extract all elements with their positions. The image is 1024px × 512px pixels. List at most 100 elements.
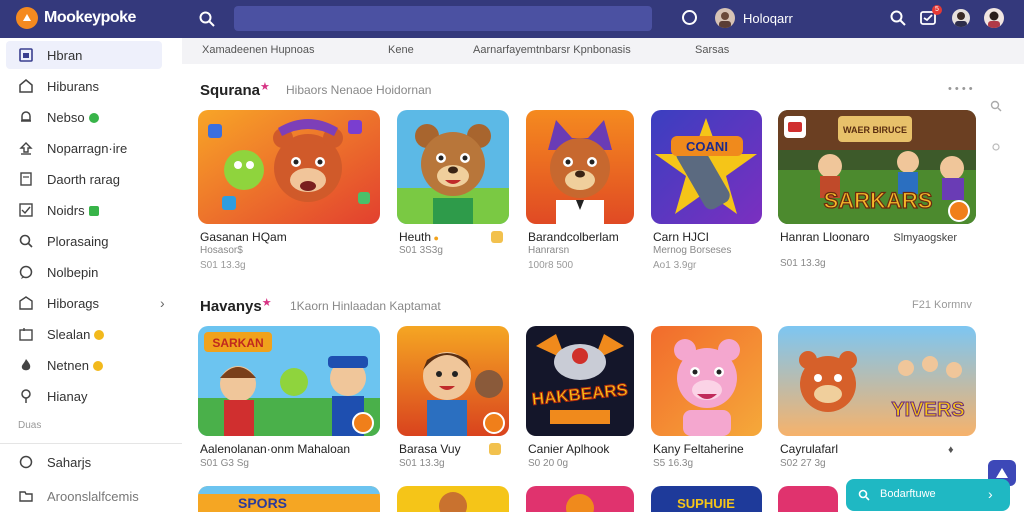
game-title[interactable]: Barasa Vuy <box>399 442 501 456</box>
user-avatar[interactable] <box>715 8 735 28</box>
notification-badge: 5 <box>932 5 942 15</box>
sidebar-item-label: Nebso <box>47 110 99 125</box>
game-thumbnail[interactable] <box>526 110 634 224</box>
tab-bar: Xamadeenen Hupnoas Kene Aarnarfayemtnbar… <box>182 38 1024 64</box>
sidebar-item-label: Noidrs <box>47 203 99 218</box>
gift-icon[interactable]: ♦ <box>948 444 954 456</box>
game-title[interactable]: Barandcolberlam <box>528 230 619 244</box>
game-thumbnail[interactable]: HAKBEARS <box>526 326 634 436</box>
sidebar-item-plorasaing[interactable]: Plorasaing <box>6 227 162 255</box>
game-title[interactable]: Gasanan HQam <box>200 230 287 244</box>
status-dot-icon <box>88 205 99 216</box>
sidebar-item-label: Hiborags <box>47 295 100 311</box>
tab-2[interactable]: Kene <box>388 44 414 56</box>
sidebar-item-hiborags[interactable]: Hiborags › <box>6 289 165 317</box>
game-thumbnail[interactable]: WAER BIRUCE SARKARS <box>778 110 976 224</box>
game-thumbnail[interactable] <box>198 110 380 224</box>
game-title[interactable]: Canier Aplhook <box>528 442 609 456</box>
search-icon[interactable] <box>198 10 216 28</box>
sidebar-item-label: Aroonslalfcemis <box>47 488 139 504</box>
game-thumbnail[interactable]: SUPHUIE <box>651 486 762 512</box>
game-title[interactable]: Hanran Lloonaro Slmyaogsker <box>780 230 957 244</box>
sidebar-item-label: Nolbepin <box>47 264 99 280</box>
account-avatar[interactable] <box>984 8 1004 28</box>
sidebar-item-noparragnire[interactable]: Noparragn·ire <box>6 134 162 162</box>
profile-avatar[interactable] <box>952 9 970 27</box>
chat-icon <box>19 265 33 279</box>
thumb-sign-text: WAER BIRUCE <box>843 125 907 135</box>
game-title[interactable]: Carn HJCI <box>653 230 709 244</box>
search-icon[interactable] <box>889 9 907 27</box>
sidebar-item-slealan[interactable]: Slealan <box>6 320 162 348</box>
sidebar-item-daorth[interactable]: Daorth rarag <box>6 165 162 193</box>
search-input[interactable] <box>234 6 652 31</box>
checklist-icon <box>19 203 33 217</box>
sidebar-item-saharjs[interactable]: Saharjs <box>6 448 162 476</box>
sidebar-item-hianay[interactable]: Hianay <box>6 382 162 410</box>
sidebar: Hbran Hiburans Nebso Noparragn·ire Daort… <box>0 38 182 512</box>
game-thumbnail[interactable] <box>397 110 509 224</box>
main-panel: Xamadeenen Hupnoas Kene Aarnarfayemtnbar… <box>182 38 1024 512</box>
search-icon[interactable] <box>990 100 1002 112</box>
game-thumbnail[interactable]: YIVERS <box>778 326 976 436</box>
section-subtitle: Hibaors Nenaoe Hoidornan <box>286 83 432 97</box>
game-thumbnail[interactable] <box>778 486 838 512</box>
sidebar-item-netnen[interactable]: Netnen <box>6 351 162 379</box>
top-bar: Mookeypoke Holoqarr 5 <box>0 0 1024 38</box>
game-thumbnail[interactable] <box>526 486 634 512</box>
section-subtitle: 1Kaorn Hinlaadan Kaptamat <box>290 299 441 313</box>
tag-icon <box>19 328 33 341</box>
game-thumbnail[interactable]: SPORS <box>198 486 380 512</box>
game-title[interactable]: Aalenolanan·onm Mahaloan <box>200 442 350 456</box>
sidebar-item-label: Hiburans <box>47 78 100 94</box>
game-meta: S01 G3 Sg <box>200 458 249 469</box>
thumb-text: SARKAN <box>212 336 263 350</box>
search-icon <box>19 234 33 248</box>
sidebar-item-label: Hbran <box>47 47 83 63</box>
app-logo-text[interactable]: Mookeypoke <box>44 9 136 27</box>
document-icon <box>20 172 32 186</box>
game-meta: S5 16.3g <box>653 458 694 469</box>
game-meta: Hanrarsn <box>528 245 570 256</box>
sidebar-item-label: Saharjs <box>47 454 92 470</box>
game-thumbnail[interactable] <box>651 326 762 436</box>
user-name[interactable]: Holoqarr <box>743 11 793 26</box>
app-logo-icon[interactable] <box>16 7 38 29</box>
game-badge-icon <box>483 412 505 434</box>
tab-4[interactable]: Sarsas <box>695 44 729 56</box>
tab-3[interactable]: Aarnarfayemtnbarsr Kpnbonasis <box>473 44 631 56</box>
status-circle-icon[interactable] <box>682 10 697 25</box>
game-thumbnail[interactable] <box>397 486 509 512</box>
sidebar-item-hiburans[interactable]: Hiburans <box>6 72 162 100</box>
more-icon[interactable]: • • • • <box>948 83 973 95</box>
sidebar-item-nebso[interactable]: Nebso <box>6 103 162 131</box>
game-title[interactable]: Cayrulafarl ♦ <box>780 442 954 456</box>
chevron-right-icon[interactable]: › <box>988 486 993 502</box>
sidebar-item-noidrs[interactable]: Noidrs <box>6 196 162 224</box>
thumb-text: COANI <box>686 139 728 154</box>
sidebar-item-aroonslal[interactable]: Aroonslalfcemis <box>6 482 162 510</box>
tab-1[interactable]: Xamadeenen Hupnoas <box>202 44 315 56</box>
chat-widget[interactable]: Bodarftuwe › <box>846 479 1010 511</box>
game-title[interactable]: Kany Feltaherine <box>653 442 744 456</box>
game-meta: S01 13.3g <box>399 458 445 469</box>
sidebar-section-label: Duas <box>18 420 42 431</box>
library-icon <box>19 296 33 310</box>
chevron-right-icon[interactable]: › <box>160 295 165 311</box>
building-icon <box>19 79 33 93</box>
status-dot-icon <box>94 329 105 340</box>
game-meta: 100r8 500 <box>528 260 574 271</box>
game-meta: S01 13.3g <box>780 258 826 269</box>
status-dot-icon <box>88 112 99 123</box>
sidebar-item-home[interactable]: Hbran <box>6 41 162 69</box>
sidebar-item-nolbepin[interactable]: Nolbepin <box>6 258 162 286</box>
settings-icon[interactable] <box>991 142 1001 152</box>
game-meta: S02 27 3g <box>780 458 826 469</box>
badge-icon <box>490 231 503 243</box>
badge-icon <box>488 443 501 455</box>
game-meta: Ao1 3.9gr <box>653 260 697 271</box>
game-title[interactable]: Heuth ● <box>399 230 503 244</box>
game-thumbnail[interactable]: COANI <box>651 110 762 224</box>
thumb-text: YIVERS <box>891 399 964 421</box>
see-all-link[interactable]: F21 Kormnv <box>912 299 972 311</box>
